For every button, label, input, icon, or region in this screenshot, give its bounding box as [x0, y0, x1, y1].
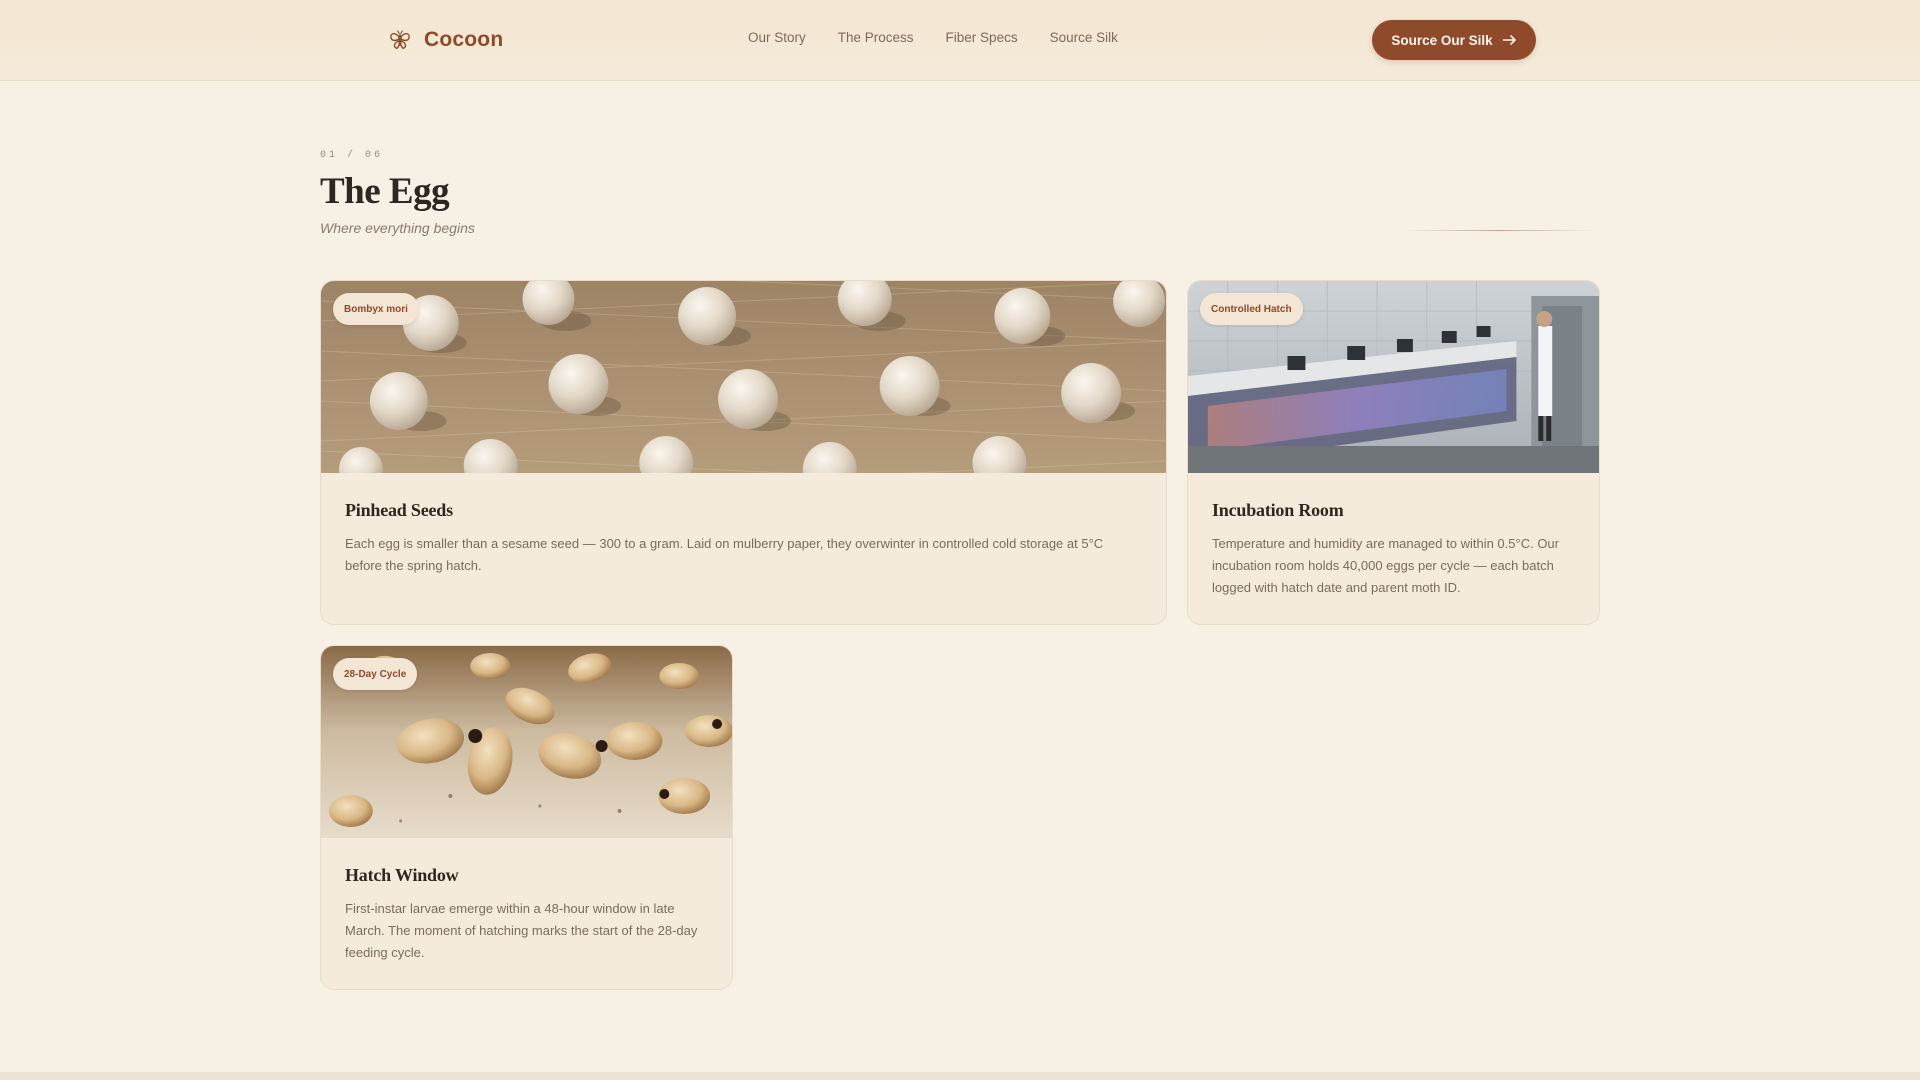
section-subtitle: Where everything begins: [320, 220, 475, 236]
card-pinhead-seeds[interactable]: Bombyx mori Pinhead Seeds Each egg is sm…: [320, 280, 1167, 625]
card-incubation-room[interactable]: Controlled Hatch Incubation Room Tempera…: [1187, 280, 1600, 625]
arrow-right-icon: [1502, 35, 1516, 45]
main-nav: Our Story The Process Fiber Specs Source…: [748, 30, 1118, 45]
nav-link-fiber-specs[interactable]: Fiber Specs: [946, 30, 1018, 45]
brand-logo-link[interactable]: Cocoon: [388, 26, 503, 54]
source-our-silk-button[interactable]: Source Our Silk: [1372, 20, 1536, 60]
decorative-divider: [1404, 230, 1594, 231]
footer-edge: [0, 1072, 1920, 1080]
card-hatch-window[interactable]: 28-Day Cycle Hatch Window First-instar l…: [320, 645, 733, 990]
cta-label: Source Our Silk: [1391, 32, 1493, 48]
nav-link-our-story[interactable]: Our Story: [748, 30, 806, 45]
card-description: Each egg is smaller than a sesame seed —…: [345, 536, 1104, 573]
moth-icon: [390, 30, 410, 49]
nav-link-source-silk[interactable]: Source Silk: [1050, 30, 1118, 45]
step-indicator: 01 / 06: [320, 150, 384, 161]
silkworm-eggs-photo: [321, 281, 1166, 473]
nav-link-the-process[interactable]: The Process: [838, 30, 914, 45]
section-title: The Egg: [320, 171, 450, 212]
card-description: Temperature and humidity are managed to …: [1212, 536, 1559, 595]
card-badge: Bombyx mori: [333, 293, 419, 325]
brand-name: Cocoon: [424, 28, 504, 51]
card-title: Hatch Window: [345, 865, 459, 885]
card-badge: 28-Day Cycle: [333, 658, 418, 690]
card-badge: Controlled Hatch: [1200, 293, 1303, 325]
card-description: First-instar larvae emerge within a 48-h…: [345, 901, 698, 960]
card-title: Pinhead Seeds: [345, 500, 453, 520]
top-navigation-bar: Cocoon Our Story The Process Fiber Specs…: [0, 0, 1920, 81]
card-title: Incubation Room: [1212, 500, 1344, 520]
